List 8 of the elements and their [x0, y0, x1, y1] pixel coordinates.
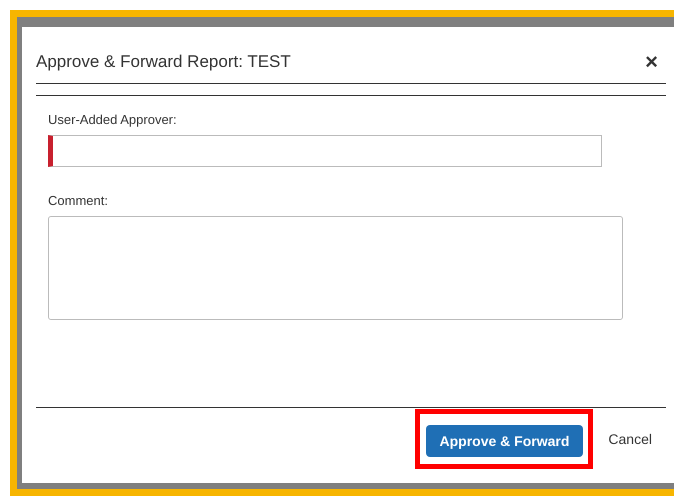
cancel-button[interactable]: Cancel: [608, 427, 652, 451]
field-label: User-Added Approver:: [48, 112, 178, 127]
dialog-title: Approve & Forward Report: TEST: [36, 52, 291, 72]
comment-field[interactable]: [48, 216, 623, 320]
input-field[interactable]: [48, 135, 602, 167]
approve-button[interactable]: Approve & Forward: [426, 425, 584, 457]
field-label: Comment:: [48, 193, 109, 208]
close-button[interactable]: ×: [637, 51, 666, 73]
